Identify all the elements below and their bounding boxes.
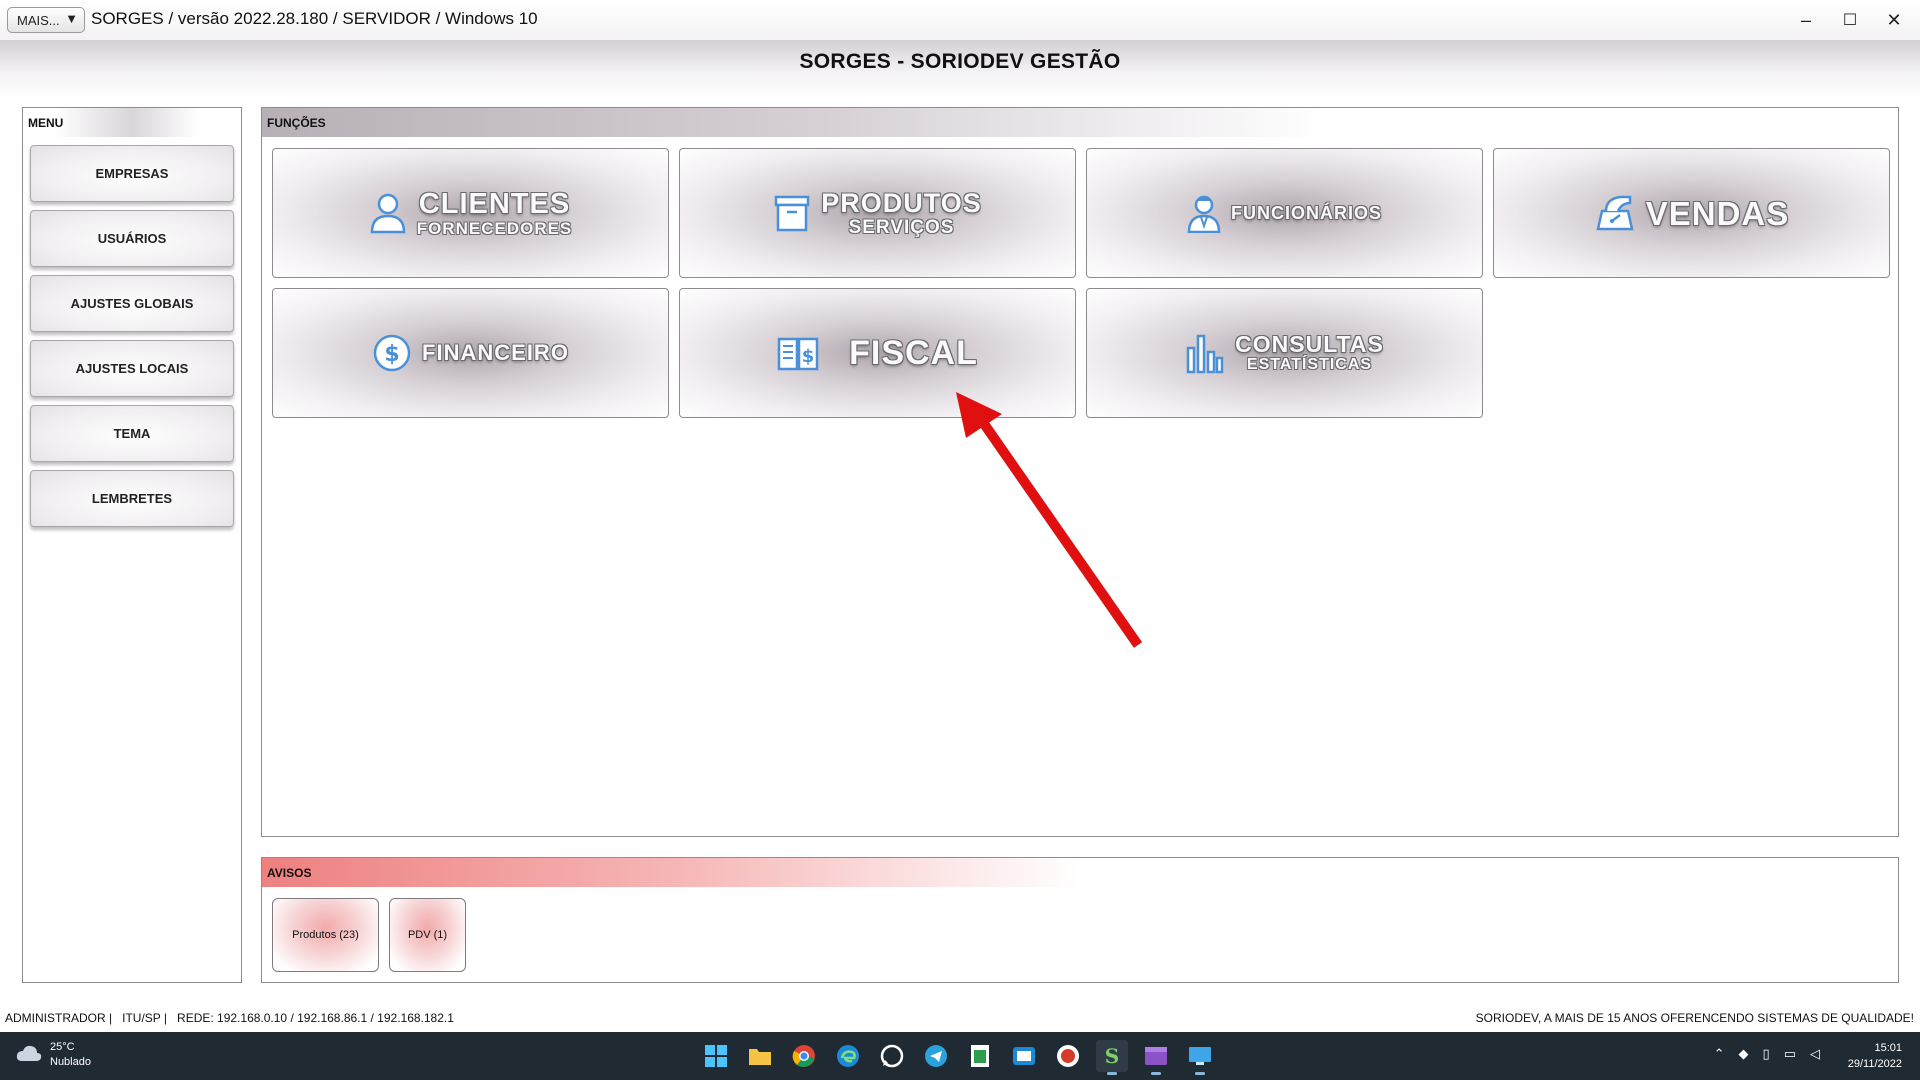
svg-text:$: $ xyxy=(384,342,399,367)
tile-vendas[interactable]: VENDAS xyxy=(1493,148,1890,278)
avisos-panel: AVISOS Produtos (23) PDV (1) xyxy=(261,857,1899,983)
bar-chart-icon xyxy=(1185,332,1225,374)
maximize-button[interactable]: ☐ xyxy=(1830,6,1870,34)
app-header: SORGES - SORIODEV GESTÃO xyxy=(0,40,1920,100)
weather-widget[interactable]: 25°C Nublado xyxy=(16,1040,91,1070)
functions-panel-title: FUNÇÕES xyxy=(262,108,1898,137)
taskbar-apps: S xyxy=(700,1040,1216,1075)
game-icon[interactable] xyxy=(1052,1040,1084,1072)
edge-icon[interactable] xyxy=(832,1040,864,1072)
tile-fiscal-label: FISCAL xyxy=(849,334,978,372)
red-arrow-annotation xyxy=(956,392,1143,648)
remote-desktop-icon[interactable] xyxy=(1184,1040,1216,1075)
aviso-pdv[interactable]: PDV (1) xyxy=(389,898,466,972)
fiscal-book-icon: $ xyxy=(777,335,819,371)
tile-funcionarios[interactable]: FUNCIONÁRIOS xyxy=(1086,148,1483,278)
close-button[interactable]: ✕ xyxy=(1874,6,1914,34)
file-explorer-icon[interactable] xyxy=(744,1040,776,1072)
tile-financeiro[interactable]: $ FINANCEIRO xyxy=(272,288,669,418)
tile-financeiro-label: FINANCEIRO xyxy=(422,340,569,365)
tray-volume-icon[interactable]: ◁ xyxy=(1810,1046,1820,1062)
tile-clientes-sublabel: FORNECEDORES xyxy=(416,218,573,238)
menu-item-empresas[interactable]: EMPRESAS xyxy=(30,145,234,202)
minimize-button[interactable]: – xyxy=(1786,6,1826,34)
tile-clientes[interactable]: CLIENTES FORNECEDORES xyxy=(272,148,669,278)
tile-vendas-label: VENDAS xyxy=(1645,194,1790,232)
tile-clientes-label: CLIENTES xyxy=(418,187,571,220)
status-session-info: ADMINISTRADOR | ITU/SP | REDE: 192.168.0… xyxy=(5,1011,454,1025)
clock-date: 29/11/2022 xyxy=(1847,1058,1902,1070)
menu-item-ajustes-globais[interactable]: AJUSTES GLOBAIS xyxy=(30,275,234,332)
svg-text:$: $ xyxy=(802,346,815,367)
windows-start-icon[interactable] xyxy=(700,1040,732,1072)
tray-display-icon[interactable]: ▭ xyxy=(1784,1046,1796,1062)
menu-panel-title: MENU xyxy=(23,108,241,137)
menu-item-tema[interactable]: TEMA xyxy=(30,405,234,462)
menu-panel: MENU EMPRESAS USUÁRIOS AJUSTES GLOBAIS A… xyxy=(22,107,242,983)
tile-consultas-sublabel: ESTATÍSTICAS xyxy=(1246,356,1373,373)
person-icon xyxy=(369,192,407,234)
dollar-icon: $ xyxy=(372,333,412,373)
window-title: SORGES / versão 2022.28.180 / SERVIDOR /… xyxy=(91,9,538,28)
tile-produtos-label: PRODUTOS xyxy=(821,187,982,218)
tile-consultas-label: CONSULTAS xyxy=(1235,331,1384,357)
whatsapp-icon[interactable] xyxy=(876,1040,908,1072)
mais-dropdown-button[interactable]: MAIS... ▼ xyxy=(7,7,85,33)
svg-text:S: S xyxy=(1105,1044,1119,1068)
cloud-icon xyxy=(16,1044,42,1067)
chrome-icon[interactable] xyxy=(788,1040,820,1072)
tile-funcionarios-label: FUNCIONÁRIOS xyxy=(1231,203,1382,223)
status-slogan: SORIODEV, A MAIS DE 15 ANOS OFERENCENDO … xyxy=(1475,1011,1914,1025)
menu-item-lembretes[interactable]: LEMBRETES xyxy=(30,470,234,527)
clock-time: 15:01 xyxy=(1874,1042,1902,1054)
tile-produtos-sublabel: SERVIÇOS xyxy=(848,216,955,238)
taskbar-clock[interactable]: 15:01 29/11/2022 xyxy=(1848,1040,1902,1072)
scale-icon xyxy=(1594,193,1636,233)
dropdown-arrow-icon: ▼ xyxy=(65,11,78,26)
tray-network-icon[interactable]: ◆ xyxy=(1739,1046,1749,1062)
weather-temperature: 25°C xyxy=(50,1041,75,1053)
tile-produtos[interactable]: PRODUTOS SERVIÇOS xyxy=(679,148,1076,278)
tray-battery-icon[interactable]: ▯ xyxy=(1763,1046,1770,1062)
box-icon xyxy=(773,193,811,233)
spreadsheet-icon[interactable] xyxy=(964,1040,996,1072)
employee-icon xyxy=(1187,193,1221,233)
tray-chevron-icon[interactable]: ⌃ xyxy=(1714,1046,1725,1062)
media-icon[interactable] xyxy=(1140,1040,1172,1075)
menu-item-ajustes-locais[interactable]: AJUSTES LOCAIS xyxy=(30,340,234,397)
mail-icon[interactable] xyxy=(1008,1040,1040,1072)
status-bar: ADMINISTRADOR | ITU/SP | REDE: 192.168.0… xyxy=(0,1006,1920,1032)
system-tray: ⌃ ◆ ▯ ▭ ◁ xyxy=(1714,1046,1820,1062)
avisos-panel-title: AVISOS xyxy=(262,858,1898,887)
page-title: SORGES - SORIODEV GESTÃO xyxy=(799,50,1121,73)
mais-button-label: MAIS... xyxy=(17,12,60,28)
aviso-produtos[interactable]: Produtos (23) xyxy=(272,898,379,972)
title-bar: MAIS... ▼ SORGES / versão 2022.28.180 / … xyxy=(0,0,1920,40)
telegram-icon[interactable] xyxy=(920,1040,952,1072)
windows-taskbar: 25°C Nublado S ⌃ ◆ ▯ ▭ ◁ 15:01 29/11/202… xyxy=(0,1032,1920,1080)
menu-item-usuarios[interactable]: USUÁRIOS xyxy=(30,210,234,267)
weather-condition: Nublado xyxy=(50,1056,91,1068)
sorges-app-icon[interactable]: S xyxy=(1096,1040,1128,1075)
